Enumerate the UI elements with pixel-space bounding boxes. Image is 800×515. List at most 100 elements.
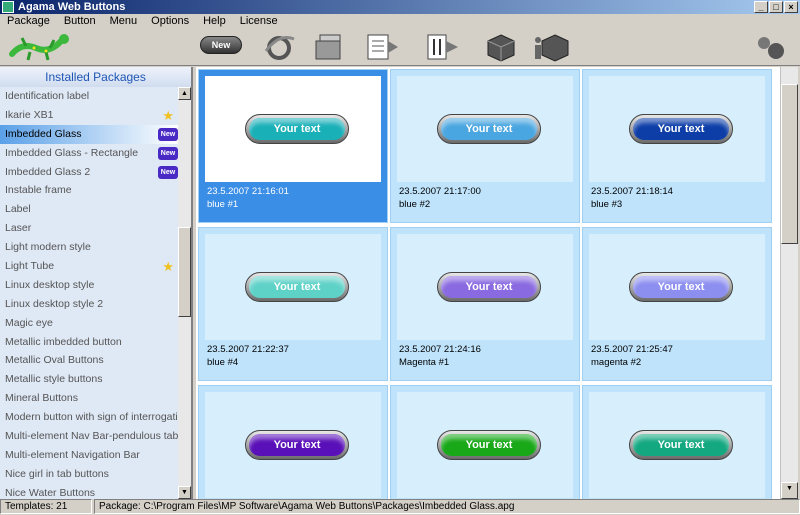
package-info-icon[interactable] [530, 31, 570, 63]
tile-preview: Your text [205, 392, 381, 498]
list-item[interactable]: Light Tube ★ [0, 257, 178, 276]
template-gallery: Your text 23.5.2007 21:16:01 blue #1 You… [196, 67, 780, 499]
list-item-label: Light modern style [5, 241, 91, 254]
tile-preview: Your text [205, 234, 381, 340]
list-item[interactable]: Nice girl in tab buttons [0, 465, 178, 484]
gallery-scroll-thumb[interactable] [781, 84, 798, 244]
sample-button: Your text [245, 114, 349, 144]
sample-button: Your text [245, 272, 349, 302]
tile-name: blue #3 [591, 199, 623, 210]
list-item-label: Nice girl in tab buttons [5, 467, 109, 480]
menu-package[interactable]: Package [0, 15, 57, 27]
tile-preview: Your text [397, 392, 573, 498]
sample-button-face: Your text [633, 276, 729, 298]
new-button[interactable]: New [200, 36, 242, 54]
template-tile[interactable]: Your text [390, 385, 580, 499]
new-badge-icon: New [158, 146, 178, 160]
tile-preview: Your text [397, 234, 573, 340]
scroll-down-arrow-icon[interactable]: ▼ [781, 482, 798, 499]
list-item-label: Imbedded Glass - Rectangle [5, 146, 139, 159]
list-item[interactable]: Laser [0, 219, 178, 238]
list-item[interactable]: Metallic imbedded button [0, 333, 178, 352]
list-item-label: Mineral Buttons [5, 392, 78, 405]
list-item-selected[interactable]: Imbedded Glass New [0, 124, 178, 144]
web-update-icon[interactable] [752, 31, 788, 63]
tile-date: 23.5.2007 21:22:37 [207, 344, 289, 355]
template-tile[interactable]: Your text 23.5.2007 21:24:16 Magenta #1 [390, 227, 580, 381]
sample-button: Your text [437, 114, 541, 144]
title-bar: Agama Web Buttons _ □ × [0, 0, 800, 14]
toolbar: New [0, 28, 800, 66]
list-item[interactable]: Ikarie XB1 ★ [0, 106, 178, 125]
sample-button-face: Your text [441, 118, 537, 140]
template-tile[interactable]: Your text 23.5.2007 21:16:01 blue #1 [198, 69, 388, 223]
sample-button-face: Your text [249, 434, 345, 456]
template-tile[interactable]: Your text [198, 385, 388, 499]
list-item-label: Imbedded Glass [5, 127, 82, 140]
template-tile[interactable]: Your text [582, 385, 772, 499]
tile-preview: Your text [589, 76, 765, 182]
sample-button-face: Your text [441, 434, 537, 456]
sample-button: Your text [245, 430, 349, 460]
list-item[interactable]: Metallic style buttons [0, 370, 178, 389]
sample-button-face: Your text [249, 118, 345, 140]
list-item-label: Laser [5, 222, 32, 235]
tile-date: 23.5.2007 21:18:14 [591, 186, 673, 197]
settings-icon[interactable] [424, 31, 464, 63]
sample-button: Your text [629, 114, 733, 144]
maximize-button[interactable]: □ [769, 1, 783, 13]
list-item[interactable]: Label [0, 200, 178, 219]
list-item[interactable]: Identification label [0, 87, 178, 106]
tile-name: blue #2 [399, 199, 431, 210]
menu-license[interactable]: License [233, 15, 285, 27]
menu-menu[interactable]: Menu [103, 15, 145, 27]
package-list-scrollbar[interactable]: ▲ ▼ [178, 87, 191, 499]
package-box-icon[interactable] [484, 31, 518, 63]
list-item-label: Light Tube [5, 260, 55, 273]
list-item-label: Label [5, 203, 31, 216]
list-item[interactable]: Imbedded Glass 2 New [0, 163, 178, 182]
list-item-label: Linux desktop style [5, 278, 95, 291]
list-item-label: Multi-element Navigation Bar [5, 448, 140, 461]
menu-options[interactable]: Options [144, 15, 196, 27]
scroll-thumb[interactable] [178, 227, 191, 317]
template-tile[interactable]: Your text 23.5.2007 21:22:37 blue #4 [198, 227, 388, 381]
menu-button[interactable]: Button [57, 15, 103, 27]
template-tile[interactable]: Your text 23.5.2007 21:17:00 blue #2 [390, 69, 580, 223]
list-item[interactable]: Linux desktop style [0, 276, 178, 295]
list-item[interactable]: Metallic Oval Buttons [0, 351, 178, 370]
browser-preview-icon[interactable] [262, 31, 296, 63]
status-bar: Templates: 21 Package: C:\Program Files\… [0, 499, 800, 515]
list-item-label: Ikarie XB1 [5, 108, 54, 121]
gallery-scrollbar[interactable]: ▼ [780, 67, 798, 499]
tile-name: Magenta #1 [399, 357, 450, 368]
list-item[interactable]: Nice Water Buttons [0, 484, 178, 499]
template-tile[interactable]: Your text 23.5.2007 21:25:47 magenta #2 [582, 227, 772, 381]
list-item[interactable]: Magic eye [0, 314, 178, 333]
template-tile[interactable]: Your text 23.5.2007 21:18:14 blue #3 [582, 69, 772, 223]
list-item[interactable]: Light modern style [0, 238, 178, 257]
export-icon[interactable] [364, 31, 404, 63]
list-item-label: Multi-element Nav Bar-pendulous tab [5, 430, 178, 443]
menu-help[interactable]: Help [196, 15, 233, 27]
list-item-label: Metallic Oval Buttons [5, 354, 104, 367]
tile-date: 23.5.2007 21:25:47 [591, 344, 673, 355]
tile-date: 23.5.2007 21:24:16 [399, 344, 481, 355]
scroll-down-arrow-icon[interactable]: ▼ [178, 486, 191, 499]
list-item-label: Nice Water Buttons [5, 486, 96, 499]
minimize-button[interactable]: _ [754, 1, 768, 13]
list-item[interactable]: Modern button with sign of interrogation [0, 408, 178, 427]
list-item[interactable]: Multi-element Nav Bar-pendulous tab [0, 427, 178, 446]
open-folder-icon[interactable] [312, 31, 346, 63]
tile-date: 23.5.2007 21:17:00 [399, 186, 481, 197]
list-item[interactable]: Imbedded Glass - Rectangle New [0, 144, 178, 163]
list-item[interactable]: Mineral Buttons [0, 389, 178, 408]
scroll-up-arrow-icon[interactable]: ▲ [178, 87, 191, 100]
sample-button: Your text [437, 430, 541, 460]
list-item-label: Instable frame [5, 184, 72, 197]
list-item[interactable]: Multi-element Navigation Bar [0, 446, 178, 465]
list-item[interactable]: Linux desktop style 2 [0, 295, 178, 314]
close-button[interactable]: × [784, 1, 798, 13]
sample-button-face: Your text [249, 276, 345, 298]
list-item[interactable]: Instable frame [0, 181, 178, 200]
